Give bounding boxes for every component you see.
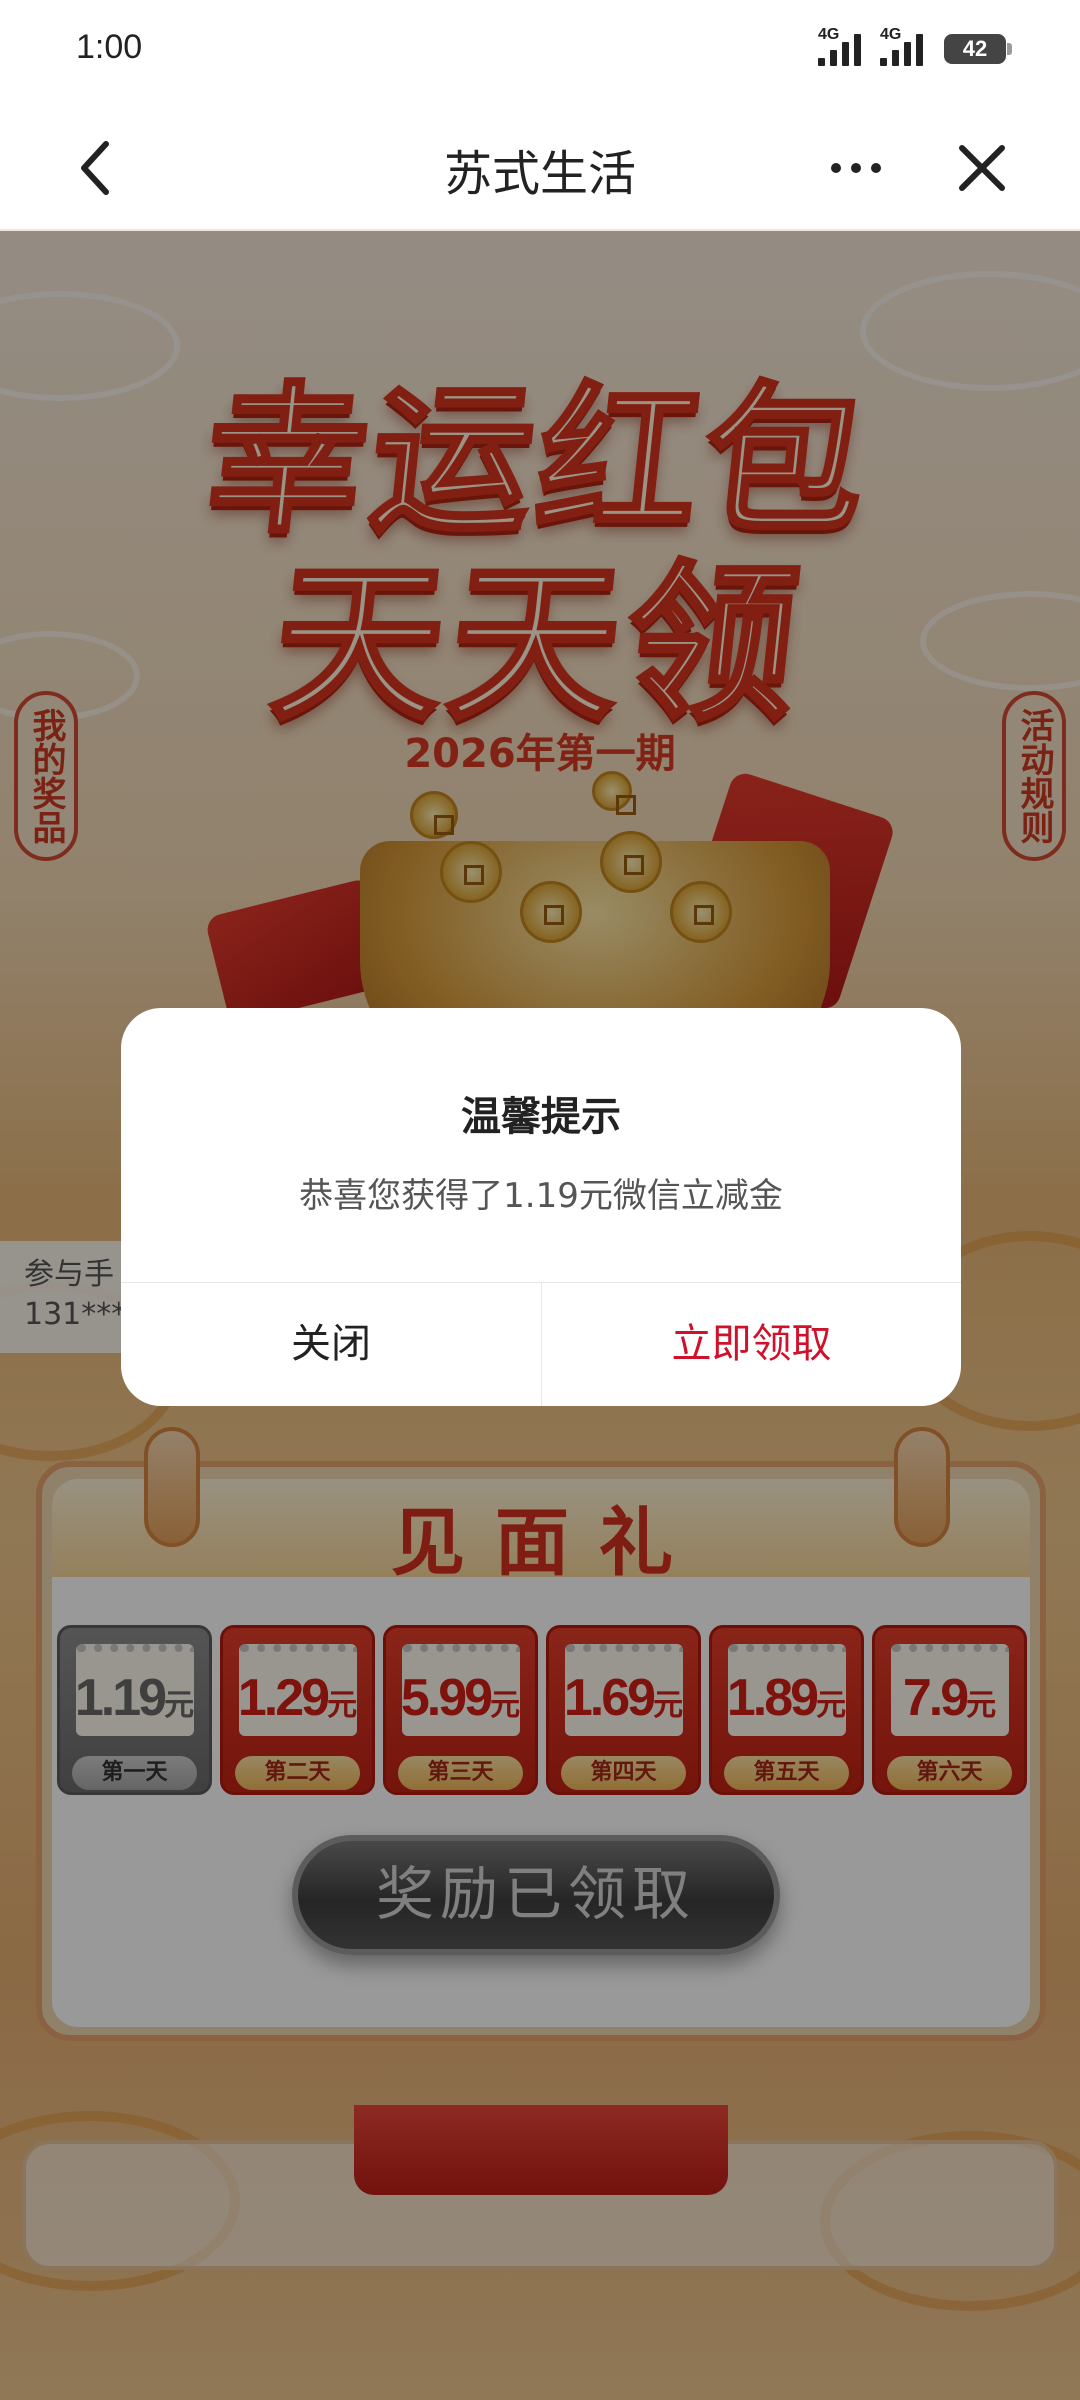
page-title: 苏式生活: [443, 146, 636, 202]
close-icon: [959, 145, 1005, 191]
more-icon: [831, 163, 881, 173]
battery-icon: 42: [944, 34, 1012, 64]
status-bar: 1:00 4G 4G 42: [0, 0, 1080, 100]
dialog-title: 温馨提示: [461, 1094, 621, 1140]
signal-icon: 4G: [818, 26, 861, 66]
dialog-close-button[interactable]: 关闭: [121, 1283, 541, 1406]
tip-dialog: 温馨提示 恭喜您获得了1.19元微信立减金 关闭 立即领取: [121, 1008, 961, 1406]
close-page-button[interactable]: [950, 136, 1014, 200]
more-button[interactable]: [826, 138, 886, 198]
status-time: 1:00: [76, 28, 143, 66]
signal-icon-2: 4G: [880, 26, 923, 66]
dialog-message: 恭喜您获得了1.19元微信立减金: [299, 1176, 783, 1216]
nav-bar: 苏式生活: [0, 100, 1080, 230]
dialog-claim-button[interactable]: 立即领取: [542, 1283, 961, 1406]
network-type: 4G: [818, 26, 840, 43]
network-type-2: 4G: [880, 26, 902, 43]
